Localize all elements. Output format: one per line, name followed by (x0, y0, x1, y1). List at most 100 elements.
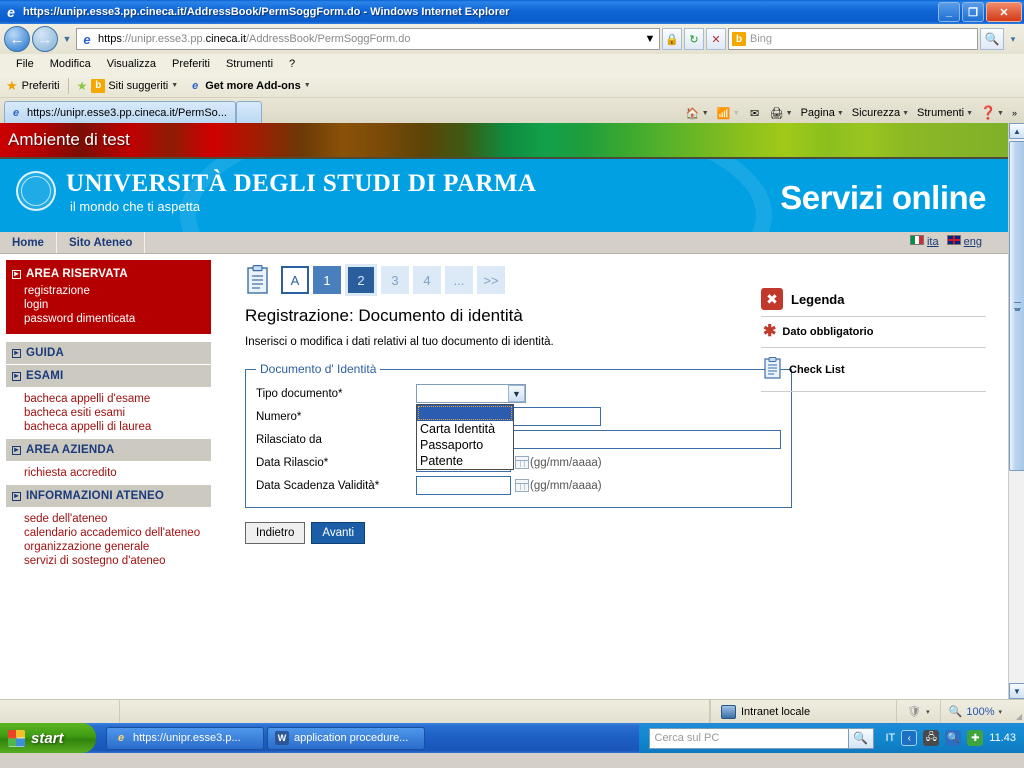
url-bar[interactable]: e https://unipr.esse3.pp.cineca.it/Addre… (76, 28, 660, 50)
clock[interactable]: 11.43 (989, 732, 1016, 744)
select-option-carta-identita[interactable]: Carta Identità (417, 421, 513, 437)
overflow-button[interactable]: » (1009, 107, 1020, 119)
menu-item-file[interactable]: File (8, 56, 42, 72)
menu-item-visualizza[interactable]: Visualizza (99, 56, 164, 72)
sidebar-item-login[interactable]: login (6, 298, 211, 312)
search-tray-icon[interactable]: 🔍 (945, 730, 962, 746)
home-button[interactable]: 🏠 ▼ (683, 105, 712, 121)
stop-button[interactable]: ✕ (706, 28, 726, 50)
tipo-documento-select[interactable]: ▼ (416, 384, 526, 403)
page-scrollbar[interactable]: ▲ ▼ (1008, 123, 1024, 699)
lang-eng-link[interactable]: eng (964, 236, 982, 248)
security-zone[interactable]: Intranet locale (710, 700, 820, 723)
security-lock-icon[interactable]: 🔒 (662, 28, 682, 50)
taskbar-item-word[interactable]: W application procedure... (267, 726, 425, 750)
chevron-down-icon: ▼ (902, 109, 910, 117)
tools-menu-button[interactable]: Strumenti ▼ (914, 106, 976, 120)
taskbar-item-browser[interactable]: e https://unipr.esse3.p... (106, 726, 264, 750)
calendar-icon[interactable] (515, 456, 529, 469)
sidebar-section-title[interactable]: ▸ AREA RISERVATA (6, 266, 211, 284)
favorites-label[interactable]: Preferiti (22, 80, 60, 92)
step-next[interactable]: >> (477, 266, 505, 294)
sidebar-item-registrazione[interactable]: registrazione (6, 284, 211, 298)
lang-eng[interactable]: eng (946, 235, 982, 248)
step-2-active[interactable]: 2 (345, 264, 377, 296)
new-tab-button[interactable] (235, 101, 262, 123)
sidebar-item-bacheca-appelli-laurea[interactable]: bacheca appelli di laurea (6, 420, 211, 434)
sidebar-section-title-informazioni-ateneo[interactable]: ▸ INFORMAZIONI ATENEO (6, 485, 211, 507)
menu-item-preferiti[interactable]: Preferiti (164, 56, 218, 72)
forward-button[interactable]: → (32, 26, 58, 52)
desktop-search-button[interactable]: 🔍 (848, 727, 874, 749)
sidebar-item-servizi-sostegno[interactable]: servizi di sostegno d'ateneo (6, 554, 211, 568)
scrollbar-thumb[interactable] (1009, 141, 1024, 471)
label-tipo-documento: Tipo documento* (256, 387, 343, 400)
back-button-indietro[interactable]: Indietro (245, 522, 306, 544)
tab-title: https://unipr.esse3.pp.cineca.it/PermSo.… (27, 106, 227, 119)
lang-ita-link[interactable]: ita (927, 236, 939, 248)
data-scadenza-input[interactable] (416, 476, 511, 495)
search-go-button[interactable]: 🔍 (980, 28, 1004, 50)
mail-button[interactable]: ✉ (745, 105, 765, 121)
back-button[interactable]: ← (4, 26, 30, 52)
step-a[interactable]: A (281, 266, 309, 294)
page-menu-button[interactable]: Pagina ▼ (798, 106, 847, 120)
nav-item-sito-ateneo[interactable]: Sito Ateneo (57, 232, 146, 253)
get-addons-button[interactable]: e Get more Add-ons ▼ (188, 79, 311, 93)
scroll-down-button[interactable]: ▼ (1009, 683, 1024, 699)
desktop-search[interactable]: Cerca sul PC 🔍 (648, 727, 874, 749)
security-shield-icon[interactable]: ✚ (967, 730, 984, 746)
refresh-button[interactable]: ↻ (684, 28, 704, 50)
menu-item-modifica[interactable]: Modifica (42, 56, 99, 72)
feeds-button[interactable]: 📶 ▼ (714, 105, 743, 121)
minimize-button[interactable]: _ (938, 2, 960, 22)
sidebar-section-title-esami[interactable]: ▸ ESAMI (6, 365, 211, 387)
step-ellipsis[interactable]: ... (445, 266, 473, 294)
help-menu-button[interactable]: ❓ ▼ (978, 105, 1007, 121)
print-button[interactable]: 🖨 ▼ (767, 105, 796, 121)
sidebar-item-password-dimenticata[interactable]: password dimenticata (6, 312, 211, 326)
sidebar-section-title-guida[interactable]: ▸ GUIDA (6, 342, 211, 364)
sidebar-item-sede-ateneo[interactable]: sede dell'ateneo (6, 512, 211, 526)
tray-expand-icon[interactable]: ‹ (901, 730, 918, 746)
close-button[interactable]: ✕ (986, 2, 1022, 22)
start-button[interactable]: start (0, 723, 96, 753)
language-indicator[interactable]: IT (886, 732, 896, 744)
desktop-search-field[interactable]: Cerca sul PC (648, 727, 849, 749)
form-row-rilasciato-da: Rilasciato da (256, 428, 781, 451)
nav-item-home[interactable]: Home (0, 232, 57, 253)
next-button-avanti[interactable]: Avanti (311, 522, 366, 544)
sidebar-item-calendario-accademico[interactable]: calendario accademico dell'ateneo (6, 526, 211, 540)
select-option-passaporto[interactable]: Passaporto (417, 437, 513, 453)
step-1[interactable]: 1 (313, 266, 341, 294)
suggested-sites-button[interactable]: b Siti suggeriti ▼ (91, 78, 178, 93)
sidebar-item-richiesta-accredito[interactable]: richiesta accredito (6, 466, 211, 480)
menu-item-strumenti[interactable]: Strumenti (218, 56, 281, 72)
zoom-control[interactable]: 🔍 100% ▾ (939, 700, 1010, 723)
step-3[interactable]: 3 (381, 266, 409, 294)
lang-ita[interactable]: ita (909, 235, 939, 248)
url-dropdown-icon[interactable]: ▼ (643, 28, 657, 50)
menu-item-help[interactable]: ? (281, 56, 303, 72)
form-row-numero: Numero* (256, 405, 781, 428)
sidebar-section-title-area-azienda[interactable]: ▸ AREA AZIENDA (6, 439, 211, 461)
step-4[interactable]: 4 (413, 266, 441, 294)
safety-menu-button[interactable]: Sicurezza ▼ (849, 106, 912, 120)
calendar-icon[interactable] (515, 479, 529, 492)
sidebar-item-bacheca-esiti-esami[interactable]: bacheca esiti esami (6, 406, 211, 420)
history-dropdown-icon[interactable]: ▼ (60, 34, 74, 44)
search-input[interactable]: b Bing (728, 28, 978, 50)
search-options-icon[interactable]: ▾ (1006, 34, 1020, 45)
window-title-bar[interactable]: e https://unipr.esse3.pp.cineca.it/Addre… (0, 0, 1024, 24)
resize-grip-icon[interactable]: ◢ (1010, 700, 1024, 723)
sidebar-item-bacheca-appelli-esame[interactable]: bacheca appelli d'esame (6, 392, 211, 406)
select-option-blank[interactable] (417, 405, 513, 421)
network-icon[interactable]: 🖧 (923, 730, 940, 746)
browser-tab[interactable]: e https://unipr.esse3.pp.cineca.it/PermS… (4, 101, 236, 123)
protected-mode[interactable]: 🛡 ▾ (896, 700, 940, 723)
select-option-patente[interactable]: Patente (417, 453, 513, 469)
sidebar-item-organizzazione-generale[interactable]: organizzazione generale (6, 540, 211, 554)
restore-button[interactable]: ❐ (962, 2, 984, 22)
add-to-favorites-icon[interactable]: ★ (77, 79, 88, 93)
scroll-up-button[interactable]: ▲ (1009, 123, 1024, 139)
